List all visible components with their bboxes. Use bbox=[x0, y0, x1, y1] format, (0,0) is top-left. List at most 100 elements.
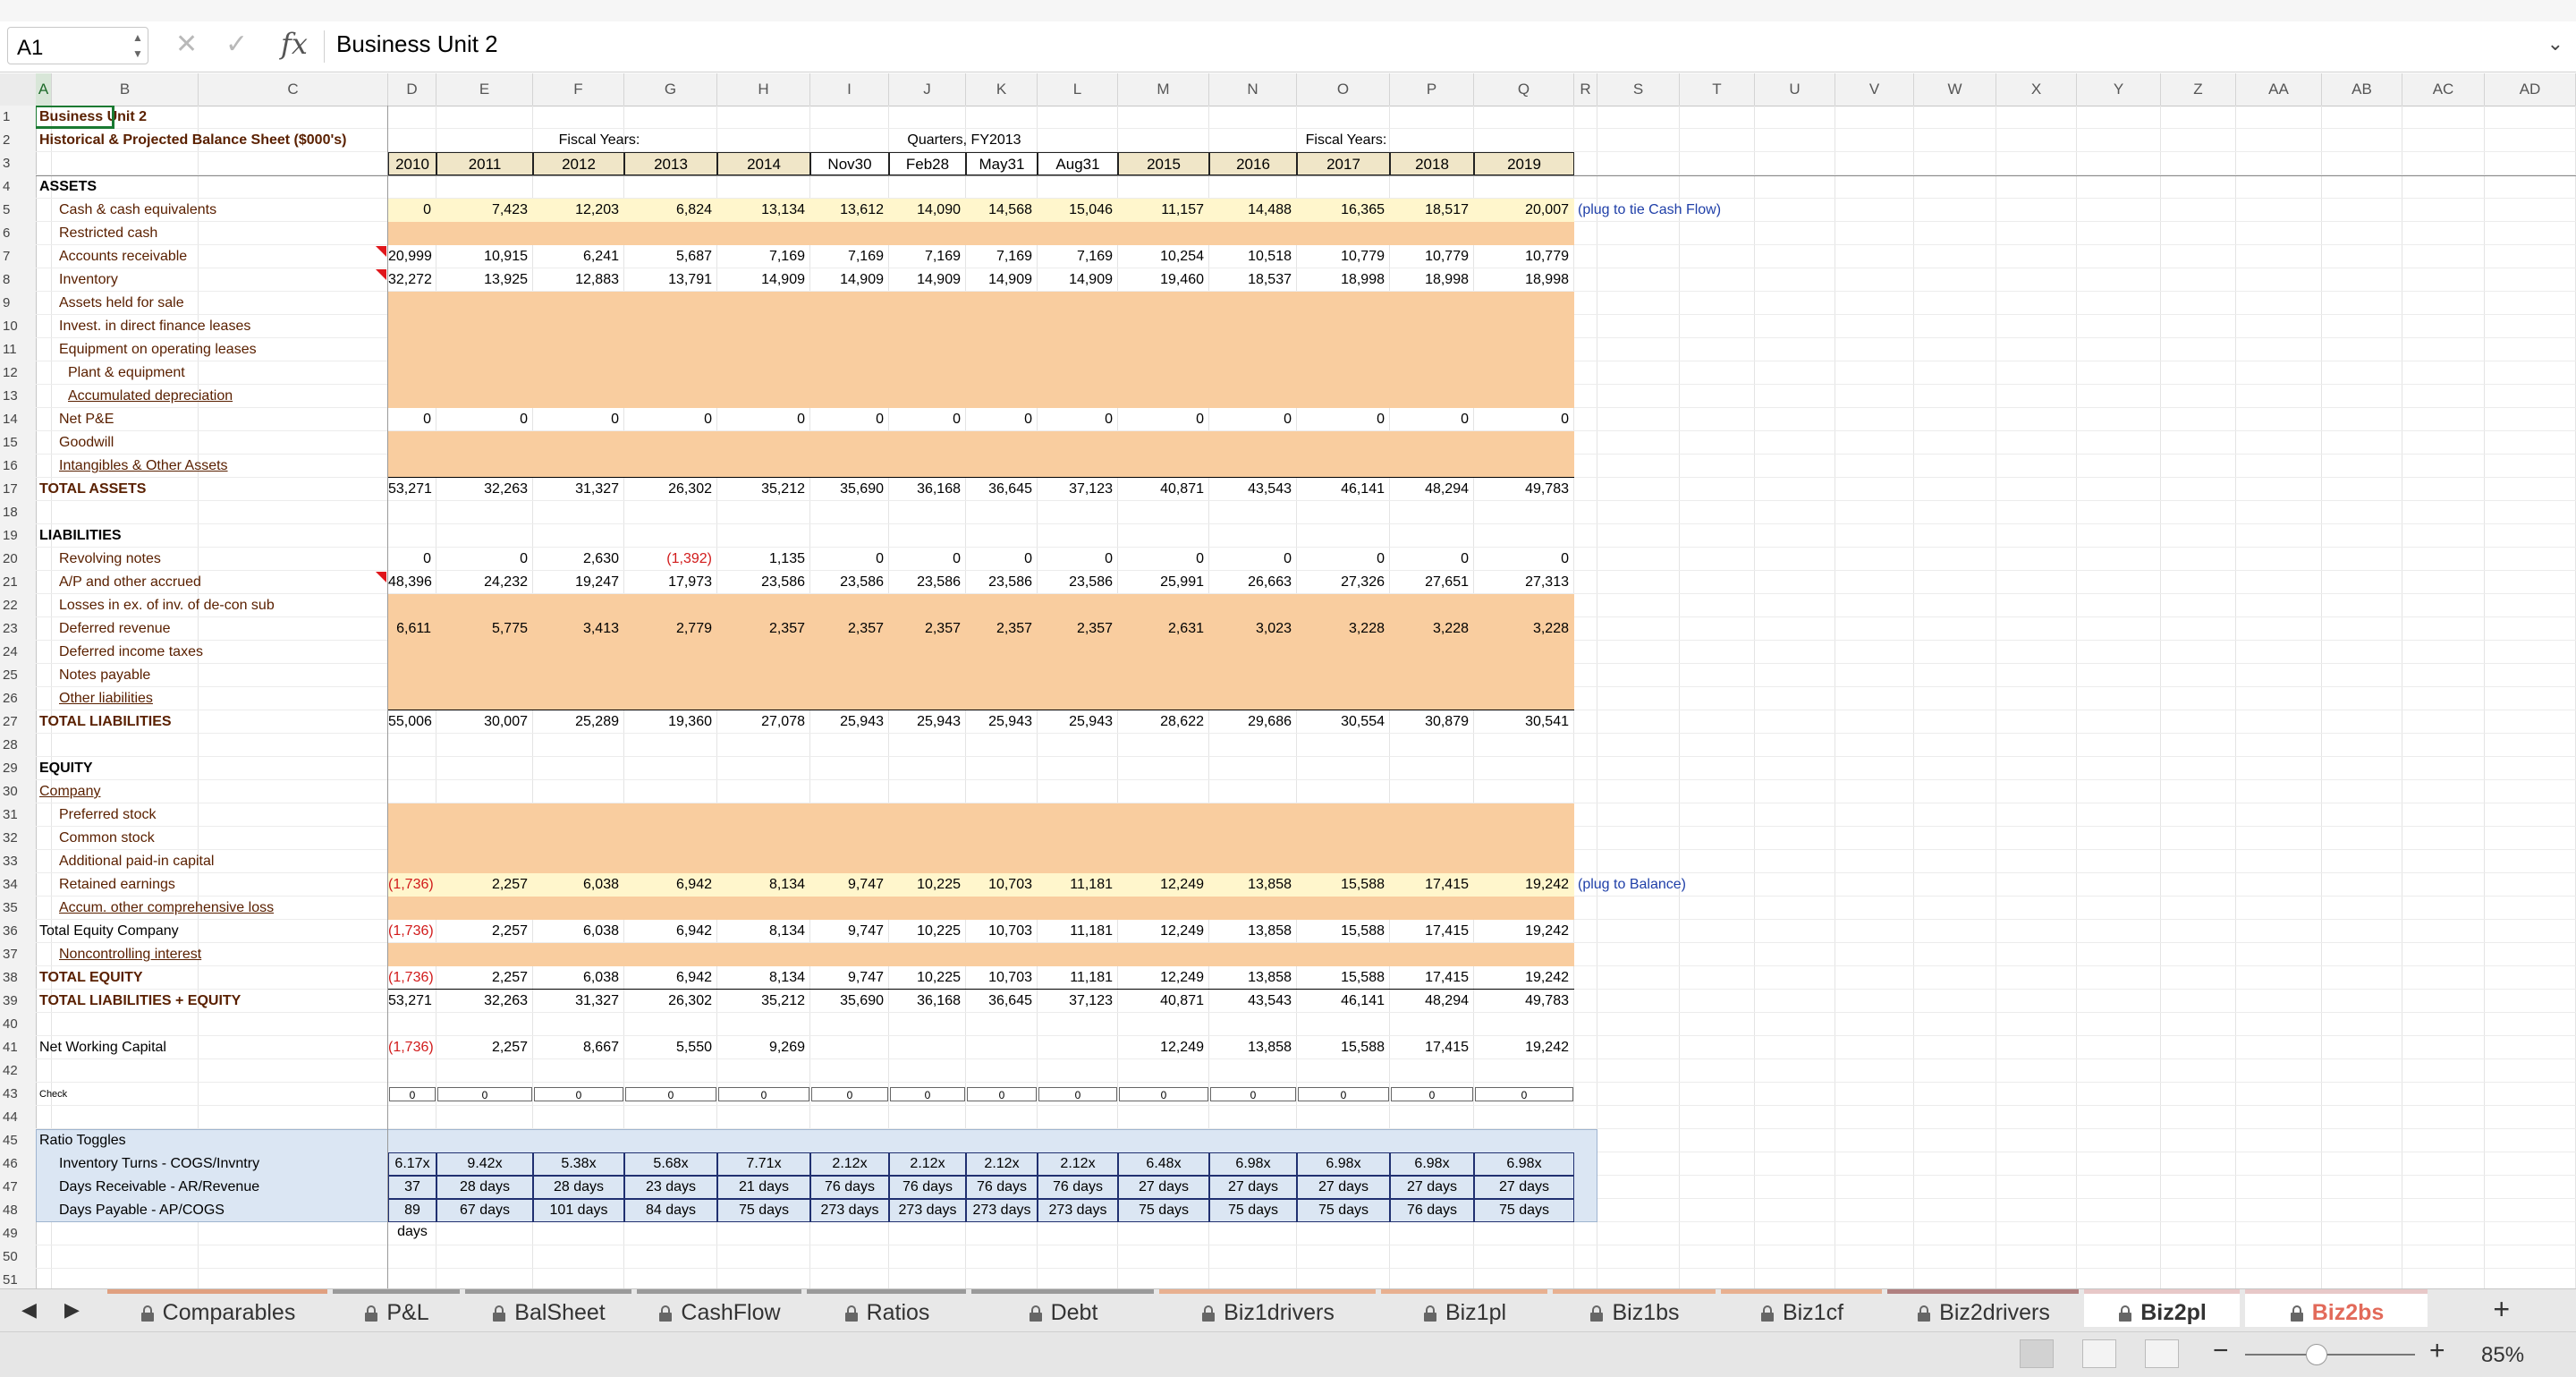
sheet-tab-biz2drivers[interactable]: Biz2drivers bbox=[1887, 1289, 2079, 1327]
cell-value[interactable] bbox=[889, 1036, 966, 1059]
cell-value[interactable]: 10,518 bbox=[1209, 245, 1297, 268]
cell-value[interactable]: 2,357 bbox=[966, 617, 1038, 641]
cell-value[interactable]: 12,883 bbox=[533, 268, 624, 292]
cell-value[interactable]: 36,645 bbox=[966, 478, 1038, 501]
cell-value[interactable]: 29,686 bbox=[1209, 710, 1297, 734]
cell-value[interactable]: 10,779 bbox=[1390, 245, 1474, 268]
cell-value[interactable] bbox=[966, 1036, 1038, 1059]
cell-value[interactable]: 26,663 bbox=[1209, 571, 1297, 594]
cell-value[interactable]: 2,630 bbox=[533, 548, 624, 571]
ratio-toggle-cell[interactable]: 75 days bbox=[1209, 1199, 1297, 1222]
sheet-tab-biz1drivers[interactable]: Biz1drivers bbox=[1159, 1289, 1376, 1327]
sheet-tab-balsheet[interactable]: BalSheet bbox=[465, 1289, 631, 1327]
cell-value[interactable]: 17,415 bbox=[1390, 873, 1474, 897]
cell-value[interactable]: 48,396 bbox=[388, 571, 436, 594]
cell-value[interactable]: 19,247 bbox=[533, 571, 624, 594]
ratio-toggle-cell[interactable]: 27 days bbox=[1297, 1176, 1390, 1199]
ratio-toggle-cell[interactable]: 5.68x bbox=[624, 1152, 717, 1176]
cell-value[interactable]: 17,415 bbox=[1390, 1036, 1474, 1059]
cell-value[interactable]: 13,858 bbox=[1209, 1036, 1297, 1059]
column-header-f[interactable]: F bbox=[533, 73, 624, 106]
cell-value[interactable]: 25,991 bbox=[1118, 571, 1209, 594]
cell-value[interactable]: 0 bbox=[717, 408, 810, 431]
cell-value[interactable]: 0 bbox=[1209, 408, 1297, 431]
ratio-toggle-cell[interactable]: 2.12x bbox=[1038, 1152, 1118, 1176]
cell-value[interactable]: 0 bbox=[810, 408, 889, 431]
cell-value[interactable]: 37,123 bbox=[1038, 478, 1118, 501]
column-header-x[interactable]: X bbox=[1996, 73, 2077, 106]
cell-value[interactable]: 23,586 bbox=[966, 571, 1038, 594]
cell-value[interactable]: 27,078 bbox=[717, 710, 810, 734]
cell-value[interactable]: 1,135 bbox=[717, 548, 810, 571]
ratio-toggle-cell[interactable]: 6.98x bbox=[1474, 1152, 1574, 1176]
zoom-level[interactable]: 85% bbox=[2481, 1343, 2524, 1368]
cell-value[interactable]: 14,568 bbox=[966, 199, 1038, 222]
cell-value[interactable]: 12,249 bbox=[1118, 966, 1209, 990]
ratio-toggle-cell[interactable]: 76 days bbox=[889, 1176, 966, 1199]
cell-value[interactable]: 14,909 bbox=[889, 268, 966, 292]
cell-value[interactable]: 20,999 bbox=[388, 245, 436, 268]
comment-indicator-icon[interactable] bbox=[376, 269, 386, 280]
cell-value[interactable]: 10,779 bbox=[1297, 245, 1390, 268]
ratio-toggle-cell[interactable]: 84 days bbox=[624, 1199, 717, 1222]
cell-value[interactable]: 2,357 bbox=[810, 617, 889, 641]
ratio-toggle-cell[interactable]: 75 days bbox=[1474, 1199, 1574, 1222]
cell-value[interactable]: 0 bbox=[1209, 548, 1297, 571]
cell-value[interactable]: 7,169 bbox=[889, 245, 966, 268]
cell-value[interactable]: 24,232 bbox=[436, 571, 533, 594]
ratio-toggle-cell[interactable]: 23 days bbox=[624, 1176, 717, 1199]
ratio-toggle-cell[interactable]: 6.98x bbox=[1297, 1152, 1390, 1176]
cell-value[interactable]: 7,169 bbox=[966, 245, 1038, 268]
cell-value[interactable]: 2,779 bbox=[624, 617, 717, 641]
name-box[interactable]: A1 ▲ ▼ bbox=[7, 27, 148, 64]
cell-value[interactable]: 11,181 bbox=[1038, 966, 1118, 990]
cell-value[interactable]: 2,357 bbox=[889, 617, 966, 641]
formula-input[interactable]: Business Unit 2 bbox=[336, 30, 498, 58]
cell-value[interactable]: 23,586 bbox=[1038, 571, 1118, 594]
ratio-toggle-cell[interactable]: 75 days bbox=[1297, 1199, 1390, 1222]
cell-value[interactable]: 2,257 bbox=[436, 873, 533, 897]
cell-value[interactable]: 14,488 bbox=[1209, 199, 1297, 222]
insert-function-icon[interactable]: fx bbox=[281, 27, 308, 61]
row-header-35[interactable]: 35 bbox=[0, 897, 36, 920]
cell-value[interactable]: 5,687 bbox=[624, 245, 717, 268]
ratio-toggle-cell[interactable]: 2.12x bbox=[889, 1152, 966, 1176]
column-header-u[interactable]: U bbox=[1755, 73, 1835, 106]
cell-value[interactable]: 6,824 bbox=[624, 199, 717, 222]
ratio-toggle-cell[interactable]: 76 days bbox=[1038, 1176, 1118, 1199]
cell-value[interactable]: 8,134 bbox=[717, 966, 810, 990]
cell-value[interactable]: 31,327 bbox=[533, 990, 624, 1013]
cell-value[interactable]: 35,212 bbox=[717, 990, 810, 1013]
cell-value[interactable]: 15,588 bbox=[1297, 920, 1390, 943]
row-header-29[interactable]: 29 bbox=[0, 757, 36, 780]
ratio-toggle-cell[interactable]: 28 days bbox=[436, 1176, 533, 1199]
row-header-9[interactable]: 9 bbox=[0, 292, 36, 315]
row-header-40[interactable]: 40 bbox=[0, 1013, 36, 1036]
row-header-25[interactable]: 25 bbox=[0, 664, 36, 687]
cell-value[interactable]: (1,736) bbox=[388, 873, 436, 897]
cell-value[interactable]: 7,169 bbox=[1038, 245, 1118, 268]
cell-value[interactable]: 13,791 bbox=[624, 268, 717, 292]
row-header-24[interactable]: 24 bbox=[0, 641, 36, 664]
cell-value[interactable]: 19,242 bbox=[1474, 873, 1574, 897]
next-sheet-icon[interactable]: ▶ bbox=[64, 1298, 80, 1322]
ratio-toggle-cell[interactable]: 76 days bbox=[810, 1176, 889, 1199]
cell-value[interactable]: 0 bbox=[889, 548, 966, 571]
cell-value[interactable]: 0 bbox=[436, 548, 533, 571]
cell-value[interactable]: 0 bbox=[1297, 408, 1390, 431]
cell-value[interactable]: 35,212 bbox=[717, 478, 810, 501]
ratio-toggle-cell[interactable]: 101 days bbox=[533, 1199, 624, 1222]
cell-value[interactable]: 13,858 bbox=[1209, 873, 1297, 897]
cell-value[interactable]: 0 bbox=[1038, 408, 1118, 431]
cell-value[interactable]: 10,225 bbox=[889, 920, 966, 943]
cell-value[interactable]: 10,703 bbox=[966, 873, 1038, 897]
row-header-41[interactable]: 41 bbox=[0, 1036, 36, 1059]
cell-value[interactable]: 43,543 bbox=[1209, 990, 1297, 1013]
ratio-toggle-cell[interactable]: 6.98x bbox=[1390, 1152, 1474, 1176]
row-header-27[interactable]: 27 bbox=[0, 710, 36, 734]
cell-value[interactable]: 3,228 bbox=[1297, 617, 1390, 641]
zoom-slider-knob[interactable] bbox=[2306, 1344, 2327, 1365]
cell-value[interactable]: 8,134 bbox=[717, 873, 810, 897]
row-header-26[interactable]: 26 bbox=[0, 687, 36, 710]
cancel-icon[interactable]: ✕ bbox=[175, 29, 198, 60]
